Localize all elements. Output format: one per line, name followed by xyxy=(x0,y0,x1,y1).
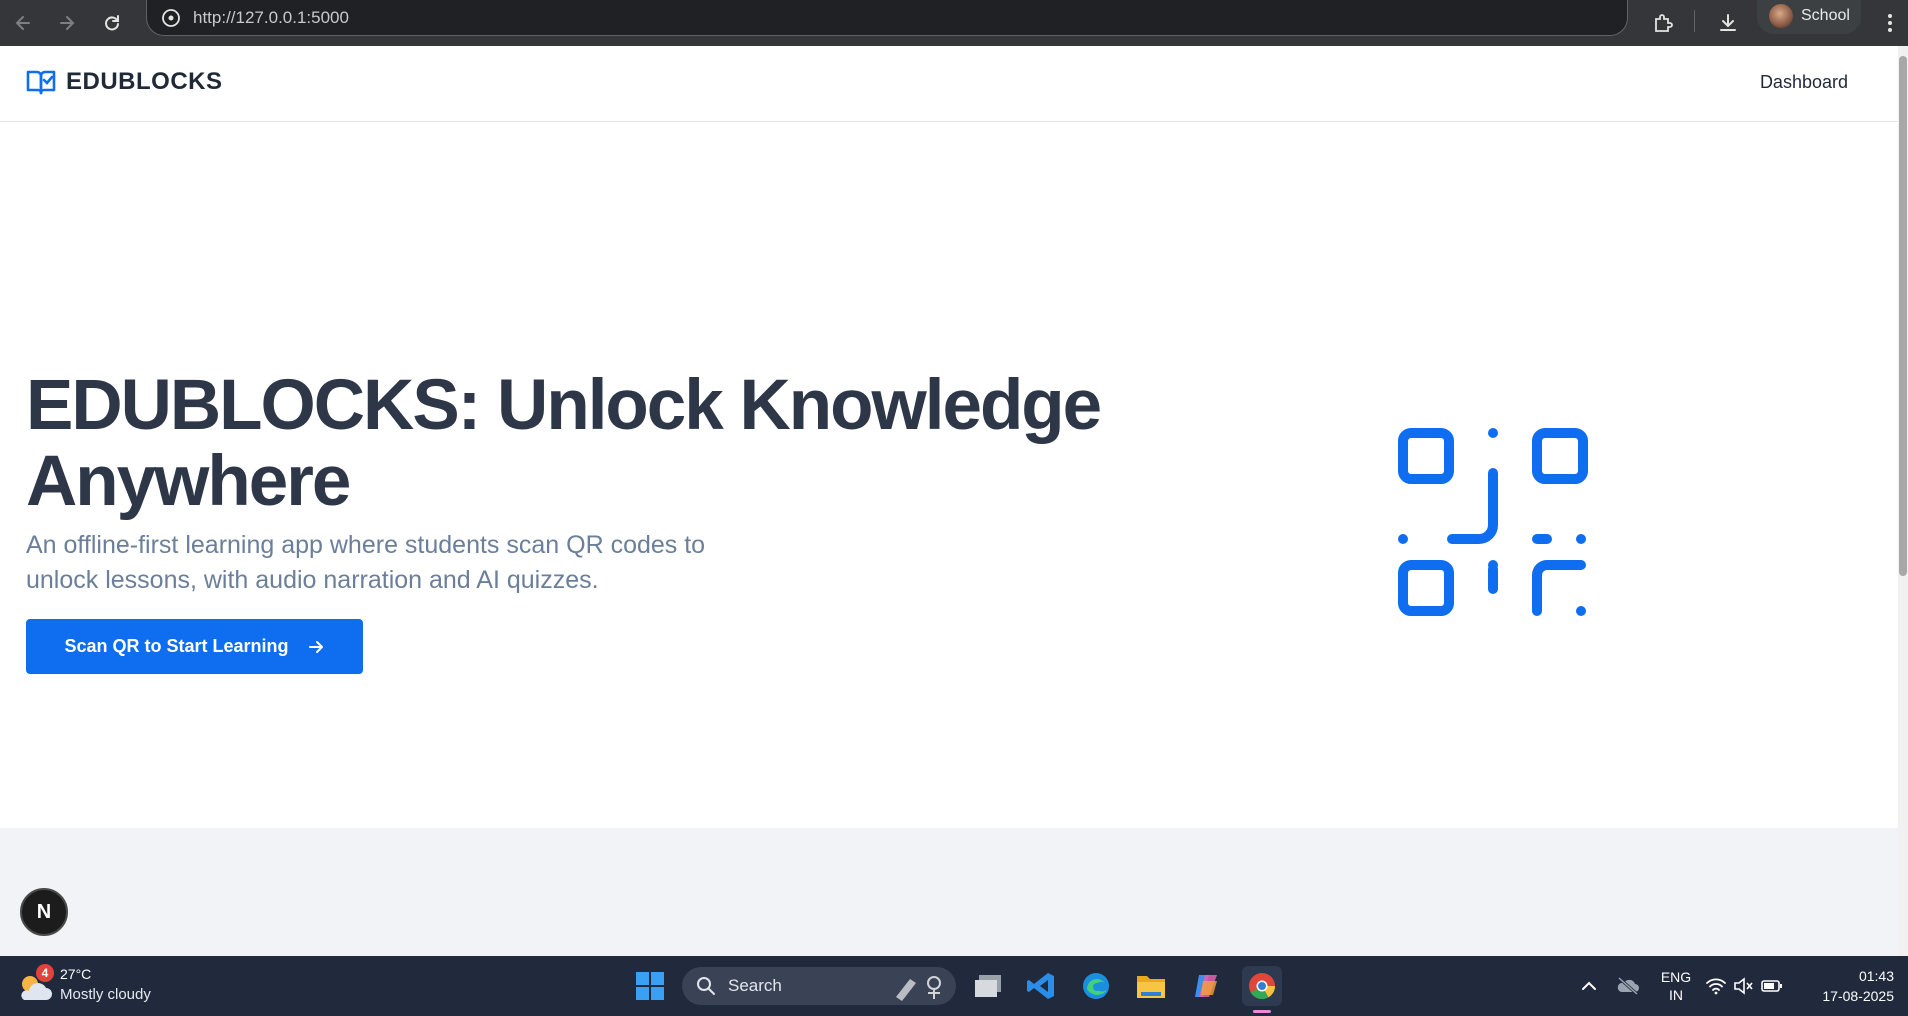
language-line-1: ENG xyxy=(1660,969,1692,985)
reload-button[interactable] xyxy=(95,6,129,40)
brand-logo[interactable]: EDUBLOCKS xyxy=(26,68,223,96)
copilot-icon xyxy=(1195,975,1217,997)
page-scrollbar[interactable] xyxy=(1898,46,1908,956)
clock-time: 01:43 xyxy=(1858,968,1894,984)
site-info-icon[interactable] xyxy=(159,6,183,30)
cloud-off-icon xyxy=(1617,976,1639,996)
battery-icon xyxy=(1761,980,1782,992)
title-line-2: Anywhere xyxy=(26,442,351,521)
avatar xyxy=(1769,4,1793,28)
weather-condition: Mostly cloudy xyxy=(60,986,151,1003)
start-button[interactable] xyxy=(630,966,670,1006)
hero-section: EDUBLOCKS: Unlock Knowledge Anywhere An … xyxy=(0,123,1898,828)
menu-button[interactable] xyxy=(1878,6,1902,40)
weather-widget[interactable]: 4 27°C Mostly cloudy xyxy=(16,964,176,1008)
puzzle-icon xyxy=(1655,14,1673,32)
reload-icon xyxy=(105,15,119,31)
vscode-taskbar-button[interactable] xyxy=(1021,966,1061,1006)
language-line-2: IN xyxy=(1669,987,1683,1003)
book-check-icon xyxy=(26,70,56,95)
site-header: EDUBLOCKS Dashboard xyxy=(0,46,1898,122)
chrome-icon xyxy=(1249,973,1276,1000)
subtitle-line-1: An offline-first learning app where stud… xyxy=(26,531,706,559)
browser-toolbar: http://127.0.0.1:5000 School xyxy=(0,0,1908,46)
weather-temp: 27°C xyxy=(60,966,92,982)
address-bar[interactable]: http://127.0.0.1:5000 xyxy=(146,0,1628,36)
arrow-right-icon xyxy=(60,16,75,30)
downloads-button[interactable] xyxy=(1711,6,1745,40)
page-viewport: EDUBLOCKS Dashboard EDUBLOCKS: Unlock Kn… xyxy=(0,46,1898,956)
qr-code-icon xyxy=(1398,428,1588,616)
lower-section xyxy=(0,828,1898,956)
file-explorer-taskbar-button[interactable] xyxy=(1131,966,1171,1006)
nextjs-dev-badge[interactable]: N xyxy=(20,888,68,936)
subtitle-line-2: unlock lessons, with audio narration and… xyxy=(26,566,599,594)
search-highlight-icon xyxy=(896,976,941,1001)
folder-icon xyxy=(1137,976,1165,998)
extensions-button[interactable] xyxy=(1646,6,1680,40)
edge-taskbar-button[interactable] xyxy=(1076,966,1116,1006)
profile-name: School xyxy=(1801,7,1850,24)
kebab-icon xyxy=(1888,14,1892,32)
search-label: Search xyxy=(728,976,782,995)
arrow-left-icon xyxy=(15,16,30,30)
brand-name: EDUBLOCKS xyxy=(66,68,223,95)
task-view-button[interactable] xyxy=(968,966,1008,1006)
scan-qr-button[interactable]: Scan QR to Start Learning xyxy=(26,619,363,674)
back-button[interactable] xyxy=(6,6,40,40)
arrow-right-icon xyxy=(308,640,323,653)
scan-qr-button-label: Scan QR to Start Learning xyxy=(64,636,289,656)
edge-icon xyxy=(1083,973,1109,999)
download-icon xyxy=(1720,14,1736,31)
nav-dashboard-link[interactable]: Dashboard xyxy=(1760,72,1848,93)
taskbar-clock[interactable]: 01:43 17-08-2025 xyxy=(1810,966,1894,1006)
system-tray-quick-settings[interactable] xyxy=(1702,966,1786,1006)
page-title: EDUBLOCKS: Unlock Knowledge Anywhere xyxy=(26,368,1126,520)
vscode-icon xyxy=(1027,973,1054,999)
wifi-icon xyxy=(1706,978,1726,995)
task-view-icon xyxy=(975,975,1001,997)
url-text: http://127.0.0.1:5000 xyxy=(193,8,349,27)
search-icon xyxy=(697,977,715,995)
taskbar-search[interactable]: Search xyxy=(682,967,956,1005)
windows-taskbar: 4 27°C Mostly cloudy Search ENG IN 01:43… xyxy=(0,956,1908,1016)
clock-date: 17-08-2025 xyxy=(1822,988,1894,1004)
chrome-taskbar-button[interactable] xyxy=(1242,966,1282,1006)
windows-logo-icon xyxy=(636,972,664,1000)
show-hidden-icons-button[interactable] xyxy=(1569,966,1609,1006)
active-app-indicator xyxy=(1253,1010,1271,1013)
profile-button[interactable]: School xyxy=(1757,0,1861,34)
copilot-taskbar-button[interactable] xyxy=(1186,966,1226,1006)
toolbar-separator xyxy=(1694,10,1695,32)
forward-button[interactable] xyxy=(50,6,84,40)
chevron-up-icon xyxy=(1582,981,1596,990)
title-line-1: EDUBLOCKS: Unlock Knowledge xyxy=(26,366,1102,445)
scrollbar-thumb[interactable] xyxy=(1899,56,1907,576)
hero-subtitle: An offline-first learning app where stud… xyxy=(26,528,846,598)
onedrive-button[interactable] xyxy=(1608,966,1648,1006)
language-indicator[interactable]: ENG IN xyxy=(1658,968,1694,1004)
speaker-muted-icon xyxy=(1734,977,1753,995)
weather-badge: 4 xyxy=(36,964,54,982)
